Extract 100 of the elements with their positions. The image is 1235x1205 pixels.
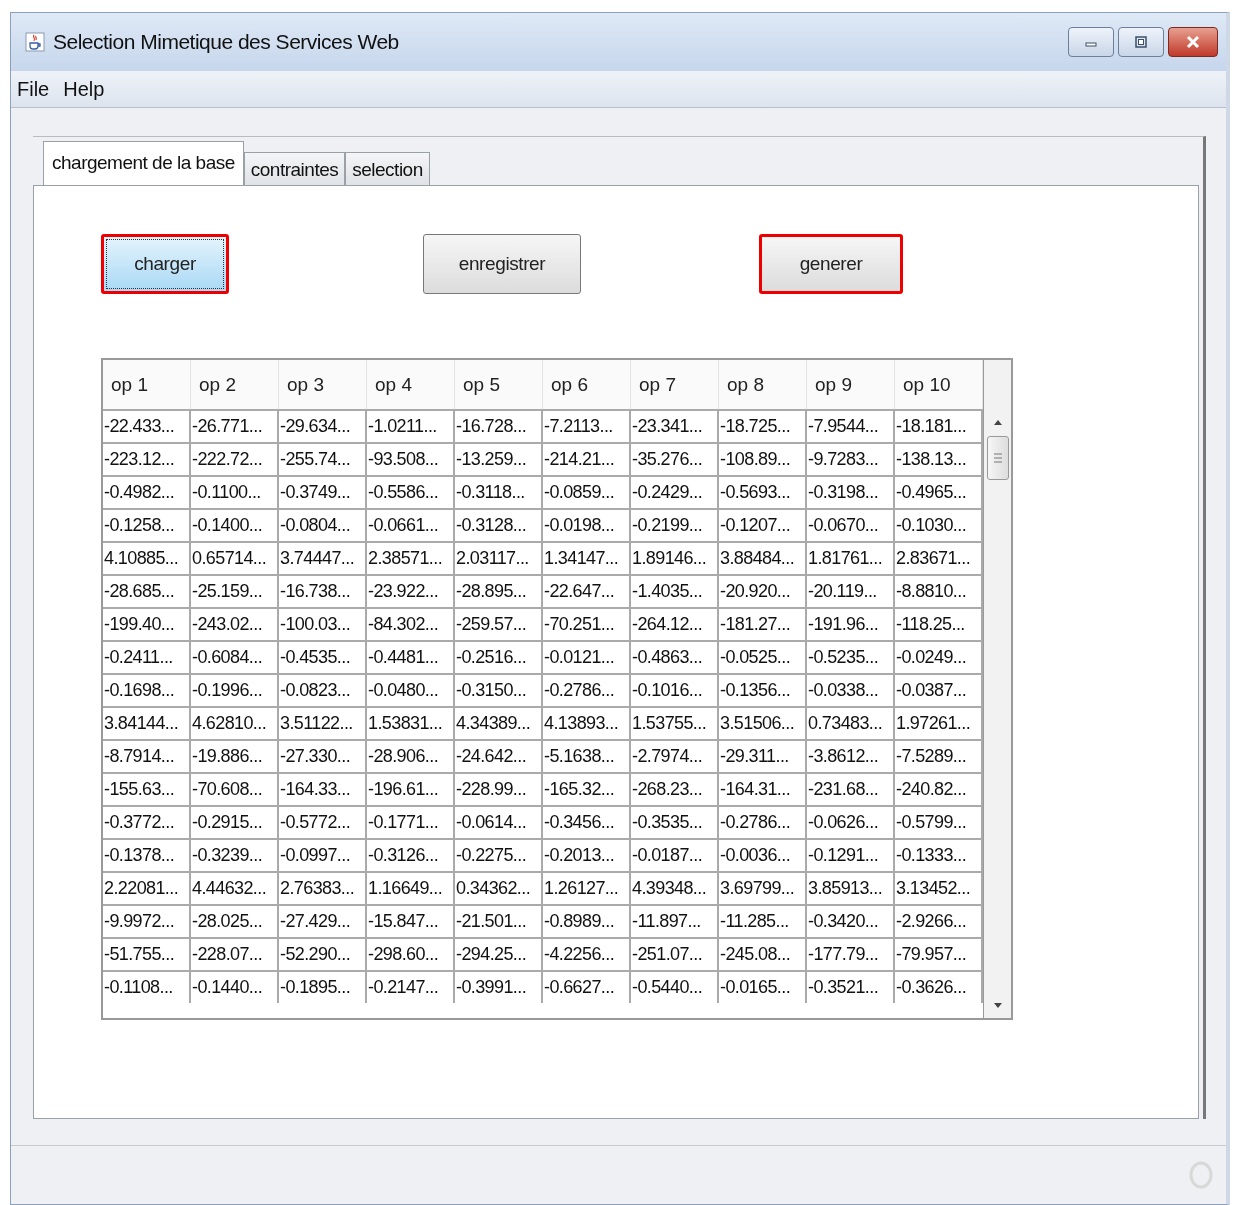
table-cell: -0.3749... <box>279 475 367 508</box>
table-cell: -28.685... <box>103 574 191 607</box>
table-cell: -0.1440... <box>191 970 279 1003</box>
close-button[interactable] <box>1168 27 1218 57</box>
table-cell: -9.9972... <box>103 904 191 937</box>
table-cell: 1.81761... <box>807 541 895 574</box>
table-cell: -0.3118... <box>455 475 543 508</box>
table-cell: -24.642... <box>455 739 543 772</box>
table-cell: -7.2113... <box>543 409 631 442</box>
column-header[interactable]: op 4 <box>367 360 455 409</box>
table-cell: -191.96... <box>807 607 895 640</box>
column-header[interactable]: op 10 <box>895 360 983 409</box>
table-cell: 2.03117... <box>455 541 543 574</box>
column-header[interactable]: op 7 <box>631 360 719 409</box>
table-cell: -23.341... <box>631 409 719 442</box>
table-cell: -5.1638... <box>543 739 631 772</box>
table-cell: -164.31... <box>719 772 807 805</box>
table-cell: -28.906... <box>367 739 455 772</box>
table-cell: -0.3772... <box>103 805 191 838</box>
table-cell: -0.2411... <box>103 640 191 673</box>
table-cell: -0.3128... <box>455 508 543 541</box>
table-cell: -22.433... <box>103 409 191 442</box>
table-cell: -0.0823... <box>279 673 367 706</box>
table-cell: -0.3521... <box>807 970 895 1003</box>
column-header[interactable]: op 9 <box>807 360 895 409</box>
table-cell: -84.302... <box>367 607 455 640</box>
table-cell: -28.025... <box>191 904 279 937</box>
column-header[interactable]: op 3 <box>279 360 367 409</box>
table-cell: -0.1400... <box>191 508 279 541</box>
scroll-up-icon[interactable] <box>991 418 1004 426</box>
table-cell: -0.3126... <box>367 838 455 871</box>
table-cell: -0.0997... <box>279 838 367 871</box>
table-cell: -0.0661... <box>367 508 455 541</box>
table-cell: -0.2915... <box>191 805 279 838</box>
scroll-down-icon[interactable] <box>991 1002 1004 1010</box>
table-cell: 4.44632... <box>191 871 279 904</box>
coffee-cup-icon <box>25 32 45 52</box>
table-cell: -0.1378... <box>103 838 191 871</box>
menu-item[interactable]: Help <box>63 77 105 101</box>
table-cell: 3.85913... <box>807 871 895 904</box>
table-cell: -19.886... <box>191 739 279 772</box>
vertical-scrollbar[interactable] <box>984 360 1011 1018</box>
tab[interactable]: contraintes <box>243 152 346 185</box>
table-cell: 2.22081... <box>103 871 191 904</box>
table-cell: -0.2516... <box>455 640 543 673</box>
button[interactable]: enregistrer <box>423 234 581 294</box>
table-cell: -264.12... <box>631 607 719 640</box>
table-cell: 4.34389... <box>455 706 543 739</box>
table-cell: -28.895... <box>455 574 543 607</box>
table-cell: 4.62810... <box>191 706 279 739</box>
table-cell: -93.508... <box>367 442 455 475</box>
table-cell: 0.73483... <box>807 706 895 739</box>
table-cell: -243.02... <box>191 607 279 640</box>
table-cell: -0.0804... <box>279 508 367 541</box>
table-cell: -0.3198... <box>807 475 895 508</box>
table-cell: -155.63... <box>103 772 191 805</box>
button[interactable]: generer <box>759 234 903 294</box>
column-header[interactable]: op 6 <box>543 360 631 409</box>
menu-item[interactable]: File <box>17 77 50 101</box>
table-cell: -0.2786... <box>719 805 807 838</box>
table-cell: 3.88484... <box>719 541 807 574</box>
column-header[interactable]: op 8 <box>719 360 807 409</box>
table-cell: -0.0670... <box>807 508 895 541</box>
table-cell: -0.8989... <box>543 904 631 937</box>
tab[interactable]: selection <box>345 152 430 185</box>
table-cell: -2.7974... <box>631 739 719 772</box>
table-cell: -3.8612... <box>807 739 895 772</box>
table-cell: -16.728... <box>455 409 543 442</box>
table-cell: 4.13893... <box>543 706 631 739</box>
table-cell: 3.69799... <box>719 871 807 904</box>
column-header[interactable]: op 1 <box>103 360 191 409</box>
table-cell: -0.3150... <box>455 673 543 706</box>
table-cell: -13.259... <box>455 442 543 475</box>
table-cell: 3.74447... <box>279 541 367 574</box>
table-cell: -0.3239... <box>191 838 279 871</box>
maximize-button[interactable] <box>1118 27 1164 57</box>
window-title: Selection Mimetique des Services Web <box>53 30 399 54</box>
table-cell: -0.0338... <box>807 673 895 706</box>
table-cell: 2.38571... <box>367 541 455 574</box>
scroll-thumb[interactable] <box>986 436 1009 480</box>
table-cell: 1.16649... <box>367 871 455 904</box>
minimize-button[interactable] <box>1068 27 1114 57</box>
table-cell: -0.6627... <box>543 970 631 1003</box>
table-cell: -11.897... <box>631 904 719 937</box>
table-cell: -0.1996... <box>191 673 279 706</box>
tab[interactable]: chargement de la base <box>43 141 244 186</box>
button[interactable]: charger <box>101 234 229 294</box>
table-cell: -0.1016... <box>631 673 719 706</box>
table-cell: -0.4982... <box>103 475 191 508</box>
table-cell: -0.4535... <box>279 640 367 673</box>
column-header[interactable]: op 2 <box>191 360 279 409</box>
table-cell: -298.60... <box>367 937 455 970</box>
table-cell: -228.07... <box>191 937 279 970</box>
table-cell: -0.1771... <box>367 805 455 838</box>
table-cell: -259.57... <box>455 607 543 640</box>
table-cell: -231.68... <box>807 772 895 805</box>
table-cell: 1.26127... <box>543 871 631 904</box>
table-cell: 4.39348... <box>631 871 719 904</box>
table-cell: -164.33... <box>279 772 367 805</box>
column-header[interactable]: op 5 <box>455 360 543 409</box>
